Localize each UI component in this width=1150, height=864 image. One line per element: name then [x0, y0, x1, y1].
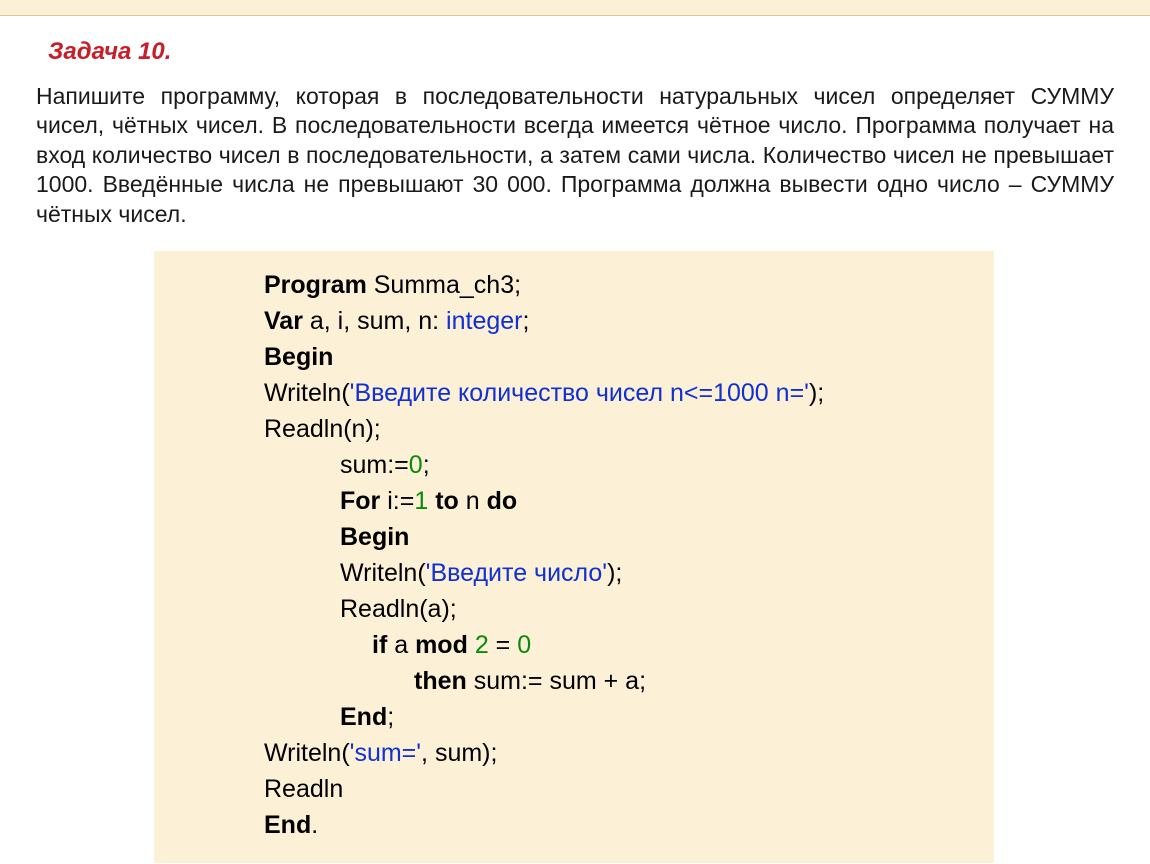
code-line: Writeln('Введите количество чисел n<=100…	[264, 375, 972, 411]
code-line: Readln(a);	[264, 591, 972, 627]
code-line: Begin	[264, 339, 972, 375]
code-line: Writeln('sum=', sum);	[264, 735, 972, 771]
task-title: Задача 10.	[36, 38, 1114, 66]
code-line: Readln	[264, 771, 972, 807]
code-line: if a mod 2 = 0	[264, 627, 972, 663]
slide-content: Задача 10. Напишите программу, которая в…	[0, 16, 1150, 863]
code-line: Begin	[264, 519, 972, 555]
code-listing: Program Summa_ch3; Var a, i, sum, n: int…	[154, 251, 994, 863]
code-line: Writeln('Введите число');	[264, 555, 972, 591]
code-line: Program Summa_ch3;	[264, 267, 972, 303]
code-line: Var a, i, sum, n: integer;	[264, 303, 972, 339]
task-description: Напишите программу, которая в последоват…	[36, 82, 1114, 229]
code-line: End;	[264, 699, 972, 735]
code-line: then sum:= sum + a;	[264, 663, 972, 699]
code-line: Readln(n);	[264, 411, 972, 447]
code-line: For i:=1 to n do	[264, 483, 972, 519]
code-line: End.	[264, 807, 972, 843]
top-bar	[0, 0, 1150, 16]
code-line: sum:=0;	[264, 447, 972, 483]
